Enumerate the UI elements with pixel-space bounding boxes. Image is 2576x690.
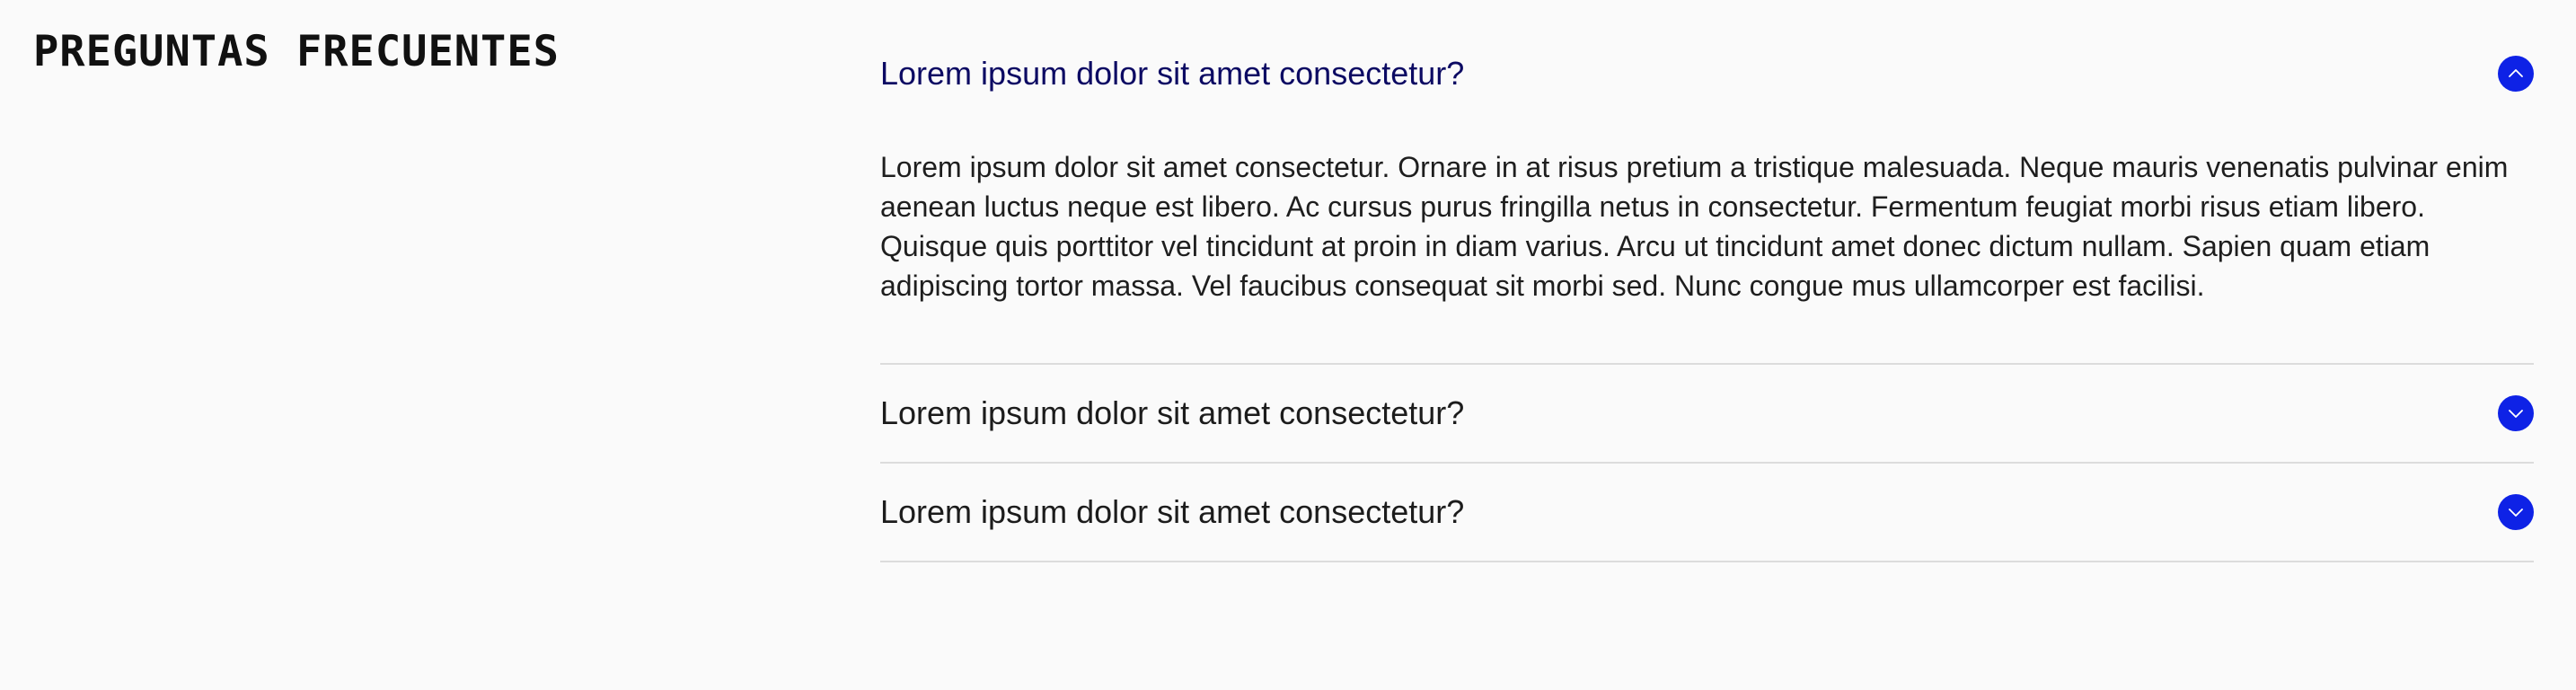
faq-question-text: Lorem ipsum dolor sit amet consectetur? — [880, 55, 1465, 92]
faq-item-2: Lorem ipsum dolor sit amet consectetur? — [880, 363, 2534, 462]
chevron-down-icon[interactable] — [2498, 395, 2534, 431]
faq-item-1: Lorem ipsum dolor sit amet consectetur? … — [880, 0, 2534, 363]
faq-answer: Lorem ipsum dolor sit amet consectetur. … — [880, 151, 2509, 302]
faq-question-toggle-1[interactable]: Lorem ipsum dolor sit amet consectetur? — [880, 0, 2534, 147]
chevron-down-icon[interactable] — [2498, 494, 2534, 530]
faq-item-3: Lorem ipsum dolor sit amet consectetur? — [880, 462, 2534, 562]
faq-question-toggle-3[interactable]: Lorem ipsum dolor sit amet consectetur? — [880, 464, 2534, 561]
faq-question-toggle-2[interactable]: Lorem ipsum dolor sit amet consectetur? — [880, 365, 2534, 462]
faq-question-text: Lorem ipsum dolor sit amet consectetur? — [880, 394, 1465, 431]
page-title: PREGUNTAS FRECUENTES — [33, 27, 560, 76]
faq-question-text: Lorem ipsum dolor sit amet consectetur? — [880, 493, 1465, 530]
chevron-up-icon[interactable] — [2498, 56, 2534, 92]
faq-list: Lorem ipsum dolor sit amet consectetur? … — [880, 0, 2534, 562]
